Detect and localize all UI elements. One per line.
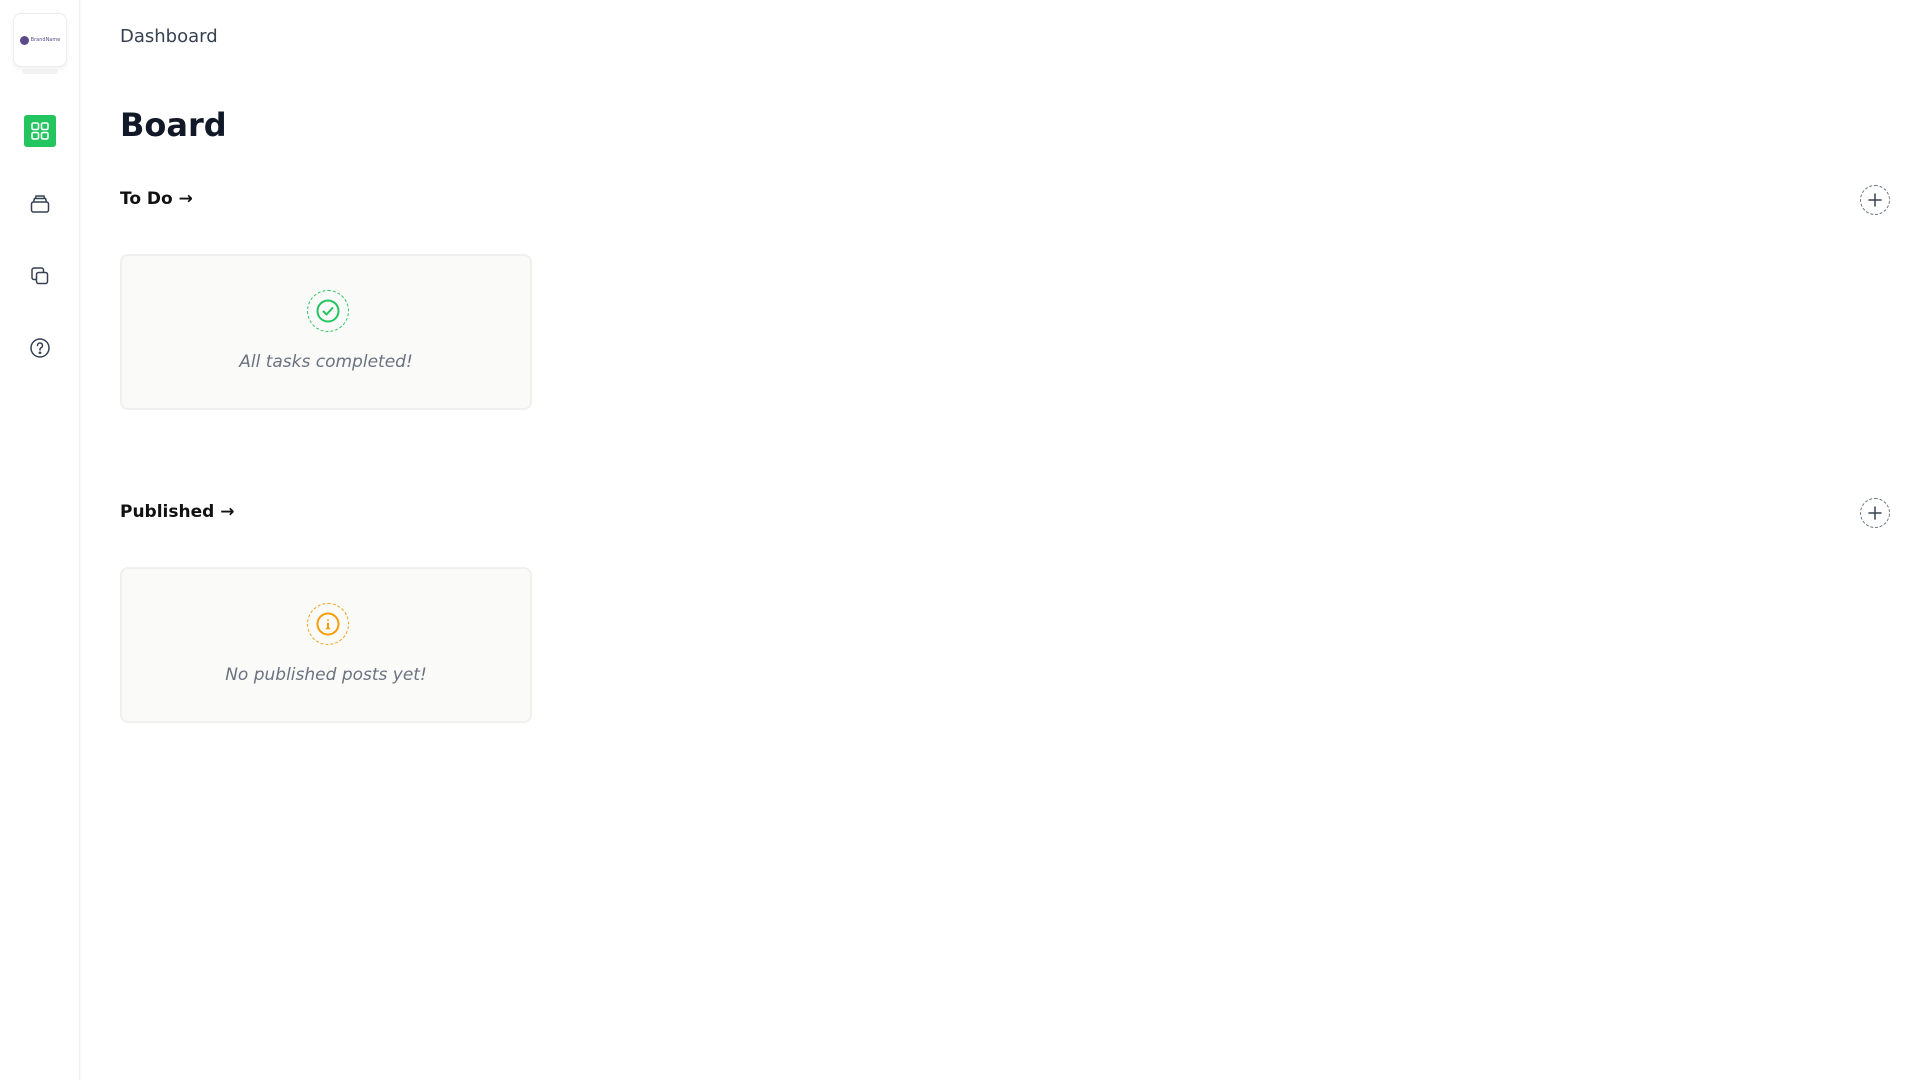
section-title-todo[interactable]: To Do →: [120, 189, 193, 209]
todo-empty-state: All tasks completed!: [120, 254, 532, 410]
add-todo-button[interactable]: [1860, 185, 1890, 215]
empty-state-text: All tasks completed!: [239, 352, 413, 372]
main-content: Dashboard Board To Do → All tasks comple…: [120, 0, 1920, 1080]
inbox-icon: [30, 195, 50, 213]
breadcrumb[interactable]: Dashboard: [120, 26, 218, 47]
sidebar-item-copy[interactable]: [24, 260, 56, 292]
logo-text: BrandName: [30, 37, 61, 43]
section-title-published[interactable]: Published →: [120, 502, 234, 522]
copy-icon: [31, 267, 49, 285]
plus-icon: [1868, 506, 1882, 520]
sidebar-item-help[interactable]: [24, 332, 56, 364]
check-circle-icon: [316, 299, 340, 323]
empty-state-icon-wrap: [307, 290, 349, 332]
grid-icon: [31, 122, 49, 140]
logo-mark-icon: [19, 35, 29, 45]
help-icon: [30, 338, 50, 358]
logo[interactable]: BrandName: [13, 13, 67, 67]
sidebar-item-inbox[interactable]: [24, 188, 56, 220]
empty-state-icon-wrap: [307, 603, 349, 645]
empty-state-text: No published posts yet!: [225, 665, 427, 685]
sidebar-item-board[interactable]: [24, 115, 56, 147]
info-circle-icon: [316, 612, 340, 636]
published-empty-state: No published posts yet!: [120, 567, 532, 723]
add-published-button[interactable]: [1860, 498, 1890, 528]
plus-icon: [1868, 193, 1882, 207]
logo-shadow: [22, 69, 58, 74]
page-title: Board: [120, 106, 227, 144]
sidebar: BrandName: [0, 0, 80, 1080]
